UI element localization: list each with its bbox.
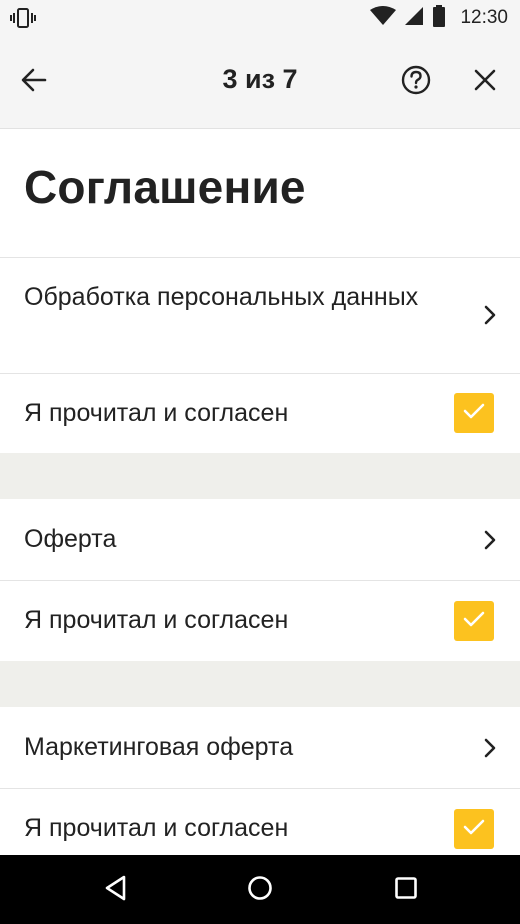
navigation-bar: [0, 855, 520, 924]
link-row-offer[interactable]: Оферта: [0, 499, 520, 580]
step-title: 3 из 7: [222, 64, 298, 94]
consent-checkbox[interactable]: [454, 393, 494, 433]
close-button[interactable]: [465, 62, 505, 102]
close-icon: [474, 69, 496, 96]
vibrate-icon: [10, 8, 36, 33]
link-label: Маркетинговая оферта: [24, 733, 294, 761]
nav-back-button[interactable]: [99, 873, 133, 907]
home-circle-icon: [247, 875, 273, 906]
consent-row-personal-data: Я прочитал и согласен: [0, 374, 520, 453]
back-triangle-icon: [104, 875, 128, 906]
section-gap: [0, 453, 520, 499]
recents-square-icon: [394, 876, 418, 905]
chevron-right-icon: [482, 305, 498, 325]
consent-row-offer: Я прочитал и согласен: [0, 581, 520, 661]
signal-icon: [404, 6, 424, 31]
consent-row-marketing-offer: Я прочитал и согласен: [0, 789, 520, 855]
checkmark-icon: [462, 817, 486, 842]
chevron-right-icon: [482, 530, 498, 550]
battery-icon: [432, 4, 446, 32]
nav-recents-button[interactable]: [389, 873, 423, 907]
status-icons: 12:30: [370, 4, 508, 32]
link-label: Обработка персональных данных: [24, 283, 419, 311]
status-time: 12:30: [460, 7, 508, 28]
chevron-right-icon: [482, 738, 498, 758]
link-row-personal-data[interactable]: Обработка персональных данных: [0, 258, 520, 373]
section-gap: [0, 661, 520, 707]
help-circle-icon: [401, 65, 431, 100]
wifi-icon: [370, 5, 397, 31]
link-label: Оферта: [24, 525, 117, 553]
consent-label: Я прочитал и согласен: [24, 814, 289, 842]
link-row-marketing-offer[interactable]: Маркетинговая оферта: [0, 707, 520, 788]
page-heading: Соглашение: [24, 161, 306, 213]
app-bar: 3 из 7: [0, 36, 520, 129]
checkmark-icon: [462, 401, 486, 426]
consent-checkbox[interactable]: [454, 809, 494, 849]
consent-label: Я прочитал и согласен: [24, 399, 289, 427]
screen: 12:30 3 из 7 Соглашение Обработка персон…: [0, 0, 520, 924]
nav-home-button[interactable]: [243, 873, 277, 907]
consent-label: Я прочитал и согласен: [24, 606, 289, 634]
help-button[interactable]: [396, 62, 436, 102]
status-bar: 12:30: [0, 0, 520, 36]
consent-checkbox[interactable]: [454, 601, 494, 641]
checkmark-icon: [462, 609, 486, 634]
